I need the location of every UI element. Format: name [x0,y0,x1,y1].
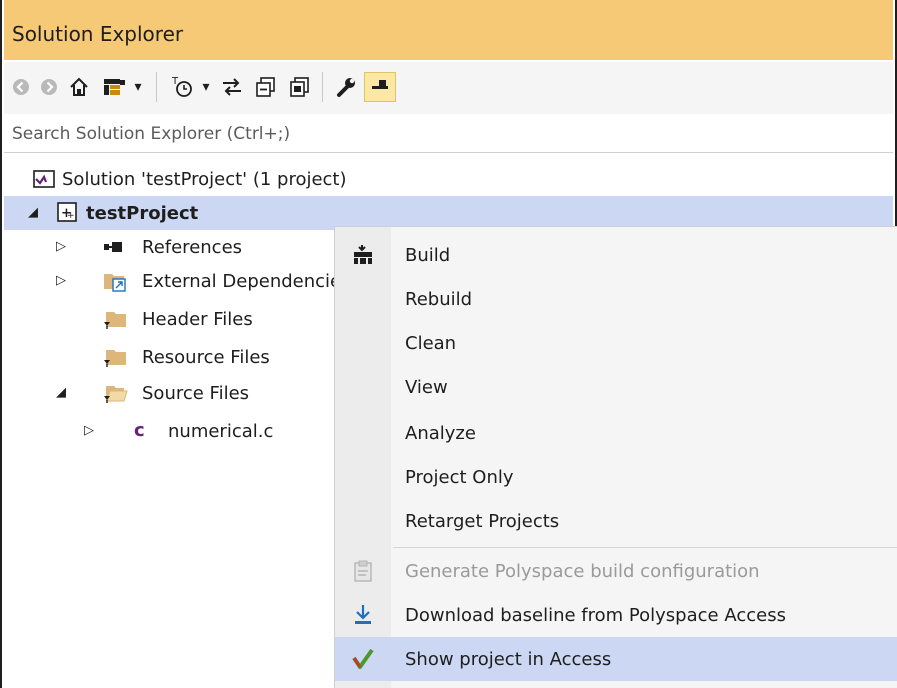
switch-views-icon[interactable] [100,72,130,102]
menu-item-show-project-in-access[interactable]: Show project in Access [335,637,897,681]
menu-item-label: Show project in Access [405,648,612,670]
menu-item-download-baseline[interactable]: Download baseline from Polyspace Access [335,593,897,637]
menu-item-label: Rebuild [405,288,473,310]
views-dropdown-icon[interactable]: ▾ [130,72,146,102]
sync-active-document-icon[interactable] [218,72,246,102]
menu-item-project-only[interactable]: Project Only [335,455,897,499]
menu-item-retarget-projects[interactable]: Retarget Projects [335,499,897,543]
search-bar [4,116,893,153]
polyspace-check-icon [349,645,377,673]
solution-icon [32,168,56,192]
tree-item-label: numerical.c [168,420,274,442]
collapse-arrow-icon[interactable]: ◢ [56,386,70,400]
menu-item-view[interactable]: View [335,365,897,409]
menu-item-label: Project Only [405,466,514,488]
menu-item-label: Clean [405,332,457,354]
menu-item-label: Analyze [405,422,476,444]
preview-pin-icon[interactable] [364,72,396,102]
search-input[interactable] [10,120,874,148]
menu-item-clean[interactable]: Clean [335,321,897,365]
expand-arrow-icon[interactable]: ▷ [84,424,98,438]
pending-changes-filter-icon[interactable]: T [168,72,196,102]
menu-item-generate-polyspace-build-configuration[interactable]: Generate Polyspace build configuration [335,549,897,593]
menu-item-label: Retarget Projects [405,510,560,532]
home-icon[interactable] [66,72,92,102]
tree-item-label: References [142,236,243,258]
references-icon [102,237,126,261]
solution-explorer-window: Solution Explorer ▾ T ▾ Search Solution … [0,0,897,688]
expand-arrow-icon[interactable]: ▷ [56,274,70,288]
toolbar: ▾ T ▾ [4,62,893,114]
menu-item-label: View [405,376,448,398]
menu-separator [393,547,897,548]
show-all-files-icon[interactable] [286,72,314,102]
toolbar-separator [322,72,323,102]
filter-dropdown-icon[interactable]: ▾ [198,72,214,102]
project-label: testProject [86,202,199,224]
collapse-arrow-icon[interactable]: ◢ [28,206,42,220]
menu-item-rebuild[interactable]: Rebuild [335,277,897,321]
tree-item-label: Source Files [142,382,250,404]
forward-icon[interactable] [38,72,60,102]
menu-item-label: Generate Polyspace build configuration [405,560,760,582]
window-title: Solution Explorer [12,22,184,46]
c-file-icon: c [134,420,145,441]
tree-item-label: Header Files [142,308,253,330]
tree-item-solution[interactable]: Solution 'testProject' (1 project) [4,162,893,196]
collapse-all-icon[interactable] [252,72,280,102]
svg-text:+: + [67,211,75,221]
expand-arrow-icon[interactable]: ▷ [56,240,70,254]
tree-item-project[interactable]: ◢ + + testProject [4,196,893,230]
solution-label: Solution 'testProject' (1 project) [62,168,347,190]
build-icon [349,241,377,269]
menu-item-label: Build [405,244,451,266]
context-menu: Build Rebuild Clean View Analyze Project… [334,226,897,688]
menu-item-build[interactable]: Build [335,233,897,277]
open-filter-folder-icon [102,381,128,405]
clipboard-icon [349,557,377,585]
filter-folder-icon [102,345,126,369]
external-dependencies-folder-icon [102,269,126,293]
title-bar[interactable]: Solution Explorer [4,0,893,60]
cpp-project-icon: + + [56,201,80,225]
properties-wrench-icon[interactable] [332,72,360,102]
filter-folder-icon [102,307,126,331]
menu-item-label: Download baseline from Polyspace Access [405,604,786,626]
toolbar-separator [156,72,157,102]
menu-item-analyze[interactable]: Analyze [335,411,897,455]
download-icon [349,601,377,629]
tree-item-label: External Dependencies [142,270,351,292]
tree-item-label: Resource Files [142,346,270,368]
back-icon[interactable] [10,72,32,102]
